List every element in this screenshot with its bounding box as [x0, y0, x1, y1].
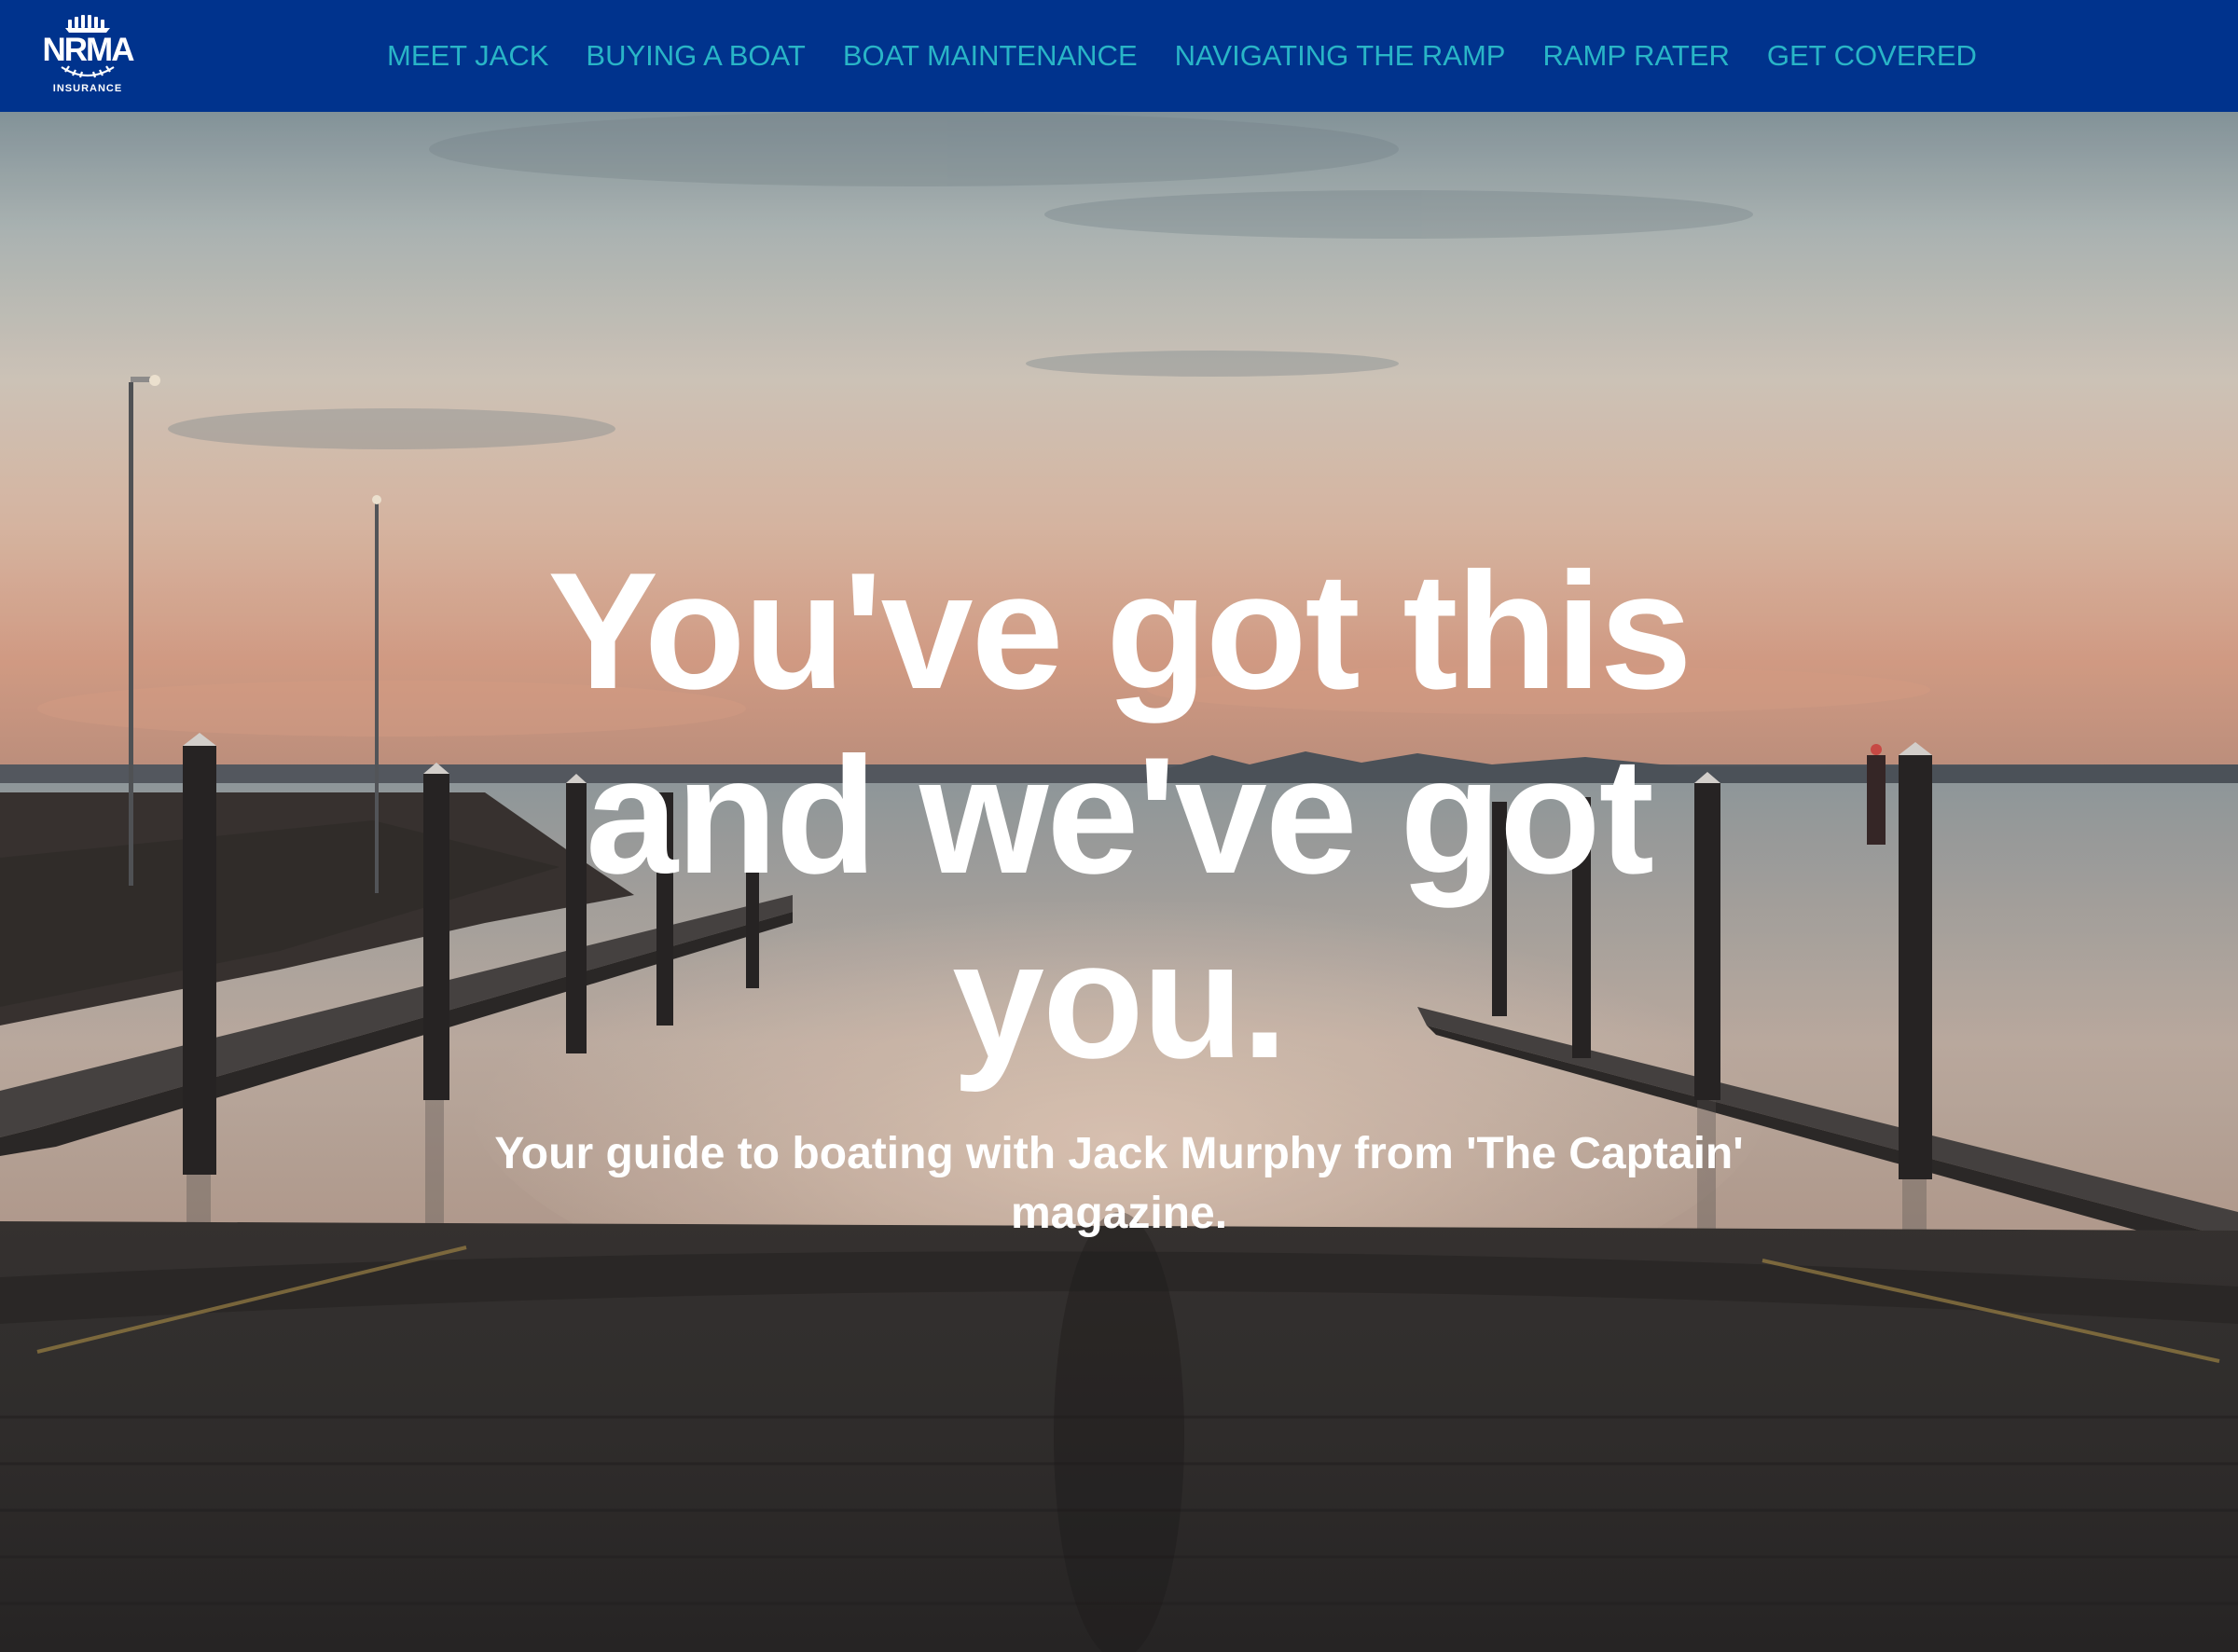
nav-item-navigating-the-ramp[interactable]: NAVIGATING THE RAMP: [1175, 39, 1506, 73]
hero-subheadline: Your guide to boating with Jack Murphy f…: [494, 1129, 1744, 1238]
logo-subtext: INSURANCE: [52, 83, 123, 94]
hero-section: You've got this and we've got you. Your …: [0, 112, 2238, 1652]
nav-item-boat-maintenance[interactable]: BOAT MAINTENANCE: [843, 39, 1138, 73]
nrma-logo[interactable]: NRMA INSURANCE: [28, 13, 147, 99]
hero-text-block: You've got this and we've got you. Your …: [0, 539, 2238, 1244]
page: NRMA INSURANCE MEET JACK BUYING A BOAT B…: [0, 0, 2238, 1652]
main-nav: MEET JACK BUYING A BOAT BOAT MAINTENANCE…: [387, 0, 1977, 112]
logo-wordmark: NRMA: [42, 32, 135, 68]
site-header: NRMA INSURANCE MEET JACK BUYING A BOAT B…: [0, 0, 2238, 112]
hero-headline: You've got this and we've got you.: [547, 538, 1692, 1093]
nav-item-buying-a-boat[interactable]: BUYING A BOAT: [586, 39, 805, 73]
nav-item-ramp-rater[interactable]: RAMP RATER: [1542, 39, 1729, 73]
nav-item-get-covered[interactable]: GET COVERED: [1767, 39, 1977, 73]
nav-item-meet-jack[interactable]: MEET JACK: [387, 39, 548, 73]
